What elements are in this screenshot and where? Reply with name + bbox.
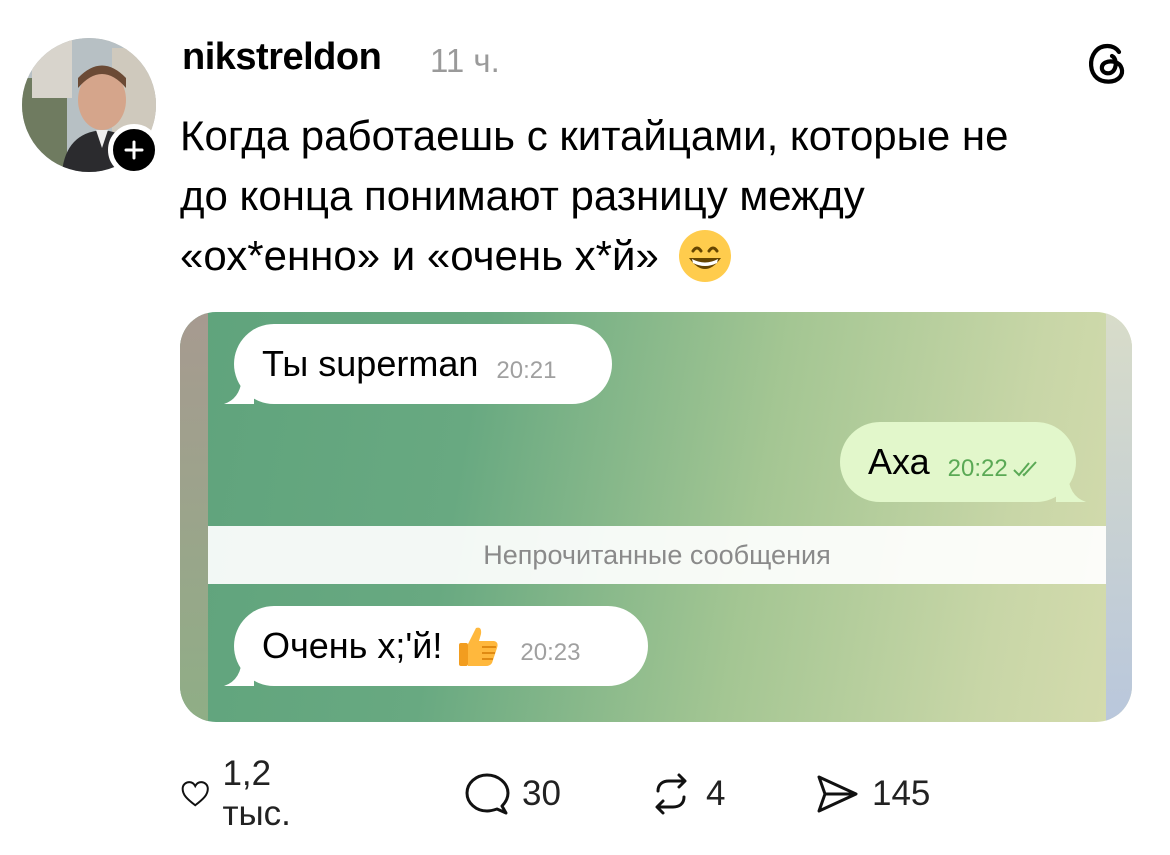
message-time: 20:21 xyxy=(496,357,557,384)
post-text: Когда работаешь с китайцами, которые не … xyxy=(180,106,1140,286)
message-text: Аха xyxy=(868,441,930,482)
grinning-face-icon xyxy=(678,230,731,282)
image-edge xyxy=(180,312,208,722)
post-image[interactable]: Ты superman 20:21 Аха 20:22 Непрочитанны… xyxy=(180,312,1132,722)
post-time: 11 ч. xyxy=(430,42,500,79)
comment-count: 30 xyxy=(522,774,561,813)
double-check-icon xyxy=(1012,461,1037,477)
chat-message-incoming: Ты superman 20:21 xyxy=(224,324,612,404)
send-icon xyxy=(817,775,858,813)
speech-bubble-icon xyxy=(465,773,510,815)
heart-icon xyxy=(181,781,209,807)
message-time: 20:22 xyxy=(947,455,1008,482)
share-button[interactable]: 145 xyxy=(814,766,930,822)
follow-button[interactable] xyxy=(108,124,160,176)
post-text-line-3: «ох*енно» и «очень х*й» xyxy=(180,226,1140,286)
unread-label: Непрочитанные сообщения xyxy=(483,539,831,570)
plus-icon xyxy=(124,140,144,160)
image-edge xyxy=(1106,312,1132,722)
comment-button[interactable]: 30 xyxy=(464,766,561,822)
post-text-line: «ох*енно» и «очень х*й» xyxy=(180,232,659,279)
bubble-tail xyxy=(224,656,254,686)
threads-logo-icon[interactable] xyxy=(1083,38,1133,88)
repost-icon xyxy=(655,773,687,815)
thumbs-up-icon xyxy=(459,627,498,666)
message-text: Ты superman xyxy=(262,343,479,384)
message-text: Очень х;'й! xyxy=(262,625,443,666)
repost-button[interactable]: 4 xyxy=(648,766,725,822)
like-button[interactable]: 1,2 тыс. xyxy=(180,754,306,833)
message-time: 20:23 xyxy=(520,639,581,666)
username[interactable]: nikstreldon xyxy=(182,36,382,79)
unread-messages-divider: Непрочитанные сообщения xyxy=(208,526,1106,584)
post-text-line: до конца понимают разницу между xyxy=(180,172,865,219)
repost-count: 4 xyxy=(706,774,726,813)
like-count: 1,2 тыс. xyxy=(222,754,291,833)
chat-message-incoming: Очень х;'й! 20:23 xyxy=(224,606,648,686)
chat-message-outgoing: Аха 20:22 xyxy=(840,422,1086,502)
bubble-tail xyxy=(224,374,254,404)
post-text-line: Когда работаешь с китайцами, которые не xyxy=(180,112,1009,159)
bubble-tail xyxy=(1056,472,1086,502)
share-count: 145 xyxy=(872,774,931,813)
